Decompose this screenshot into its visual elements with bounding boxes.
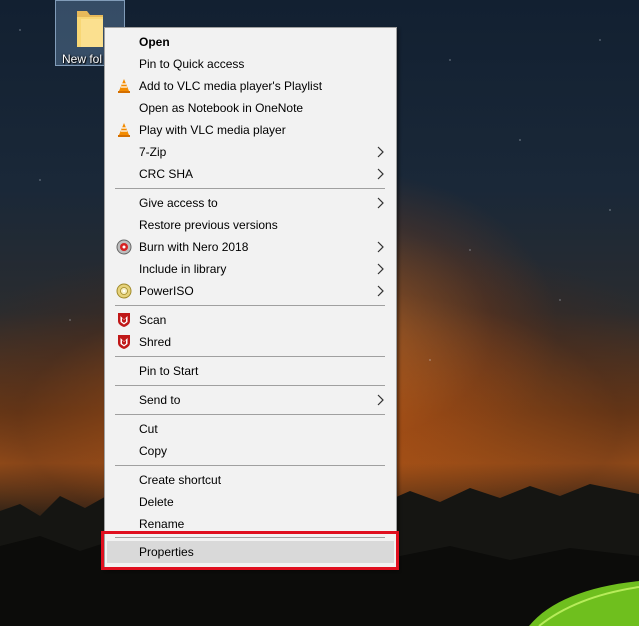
menu-item-label: Pin to Start: [139, 364, 199, 378]
mcafee-shield-icon: [118, 313, 130, 327]
menu-item-label: Delete: [139, 495, 174, 509]
menu-item-burn-with-nero[interactable]: Burn with Nero 2018: [107, 236, 394, 258]
menu-item-label: Create shortcut: [139, 473, 222, 487]
menu-item-create-shortcut[interactable]: Create shortcut: [107, 469, 394, 491]
menu-item-poweriso[interactable]: PowerISO: [107, 280, 394, 302]
menu-item-label: Open as Notebook in OneNote: [139, 101, 304, 115]
chevron-right-icon: [377, 197, 384, 209]
menu-item-label: Copy: [139, 444, 168, 458]
menu-item-play-with-vlc[interactable]: Play with VLC media player: [107, 119, 394, 141]
menu-item-label: Include in library: [139, 262, 227, 276]
folder-label: New fol: [62, 52, 103, 66]
chevron-right-icon: [377, 263, 384, 275]
menu-item-send-to[interactable]: Send to: [107, 389, 394, 411]
menu-item-restore-previous-versions[interactable]: Restore previous versions: [107, 214, 394, 236]
menu-separator: [115, 385, 385, 386]
menu-item-pin-to-quick-access[interactable]: Pin to Quick access: [107, 53, 394, 75]
mcafee-shield-icon: [118, 335, 130, 349]
menu-item-label: CRC SHA: [139, 167, 194, 181]
chevron-right-icon: [377, 168, 384, 180]
chevron-right-icon: [377, 394, 384, 406]
menu-item-open[interactable]: Open: [107, 31, 394, 53]
menu-separator: [115, 305, 385, 306]
green-leaf: [529, 581, 639, 626]
menu-item-label: Shred: [139, 335, 172, 349]
menu-item-label: Pin to Quick access: [139, 57, 245, 71]
menu-separator: [115, 356, 385, 357]
menu-item-label: Play with VLC media player: [139, 123, 286, 137]
chevron-right-icon: [377, 241, 384, 253]
menu-item-label: PowerISO: [139, 284, 194, 298]
chevron-right-icon: [377, 285, 384, 297]
menu-separator: [115, 188, 385, 189]
properties-highlight-outline: [101, 531, 399, 570]
menu-item-label: Burn with Nero 2018: [139, 240, 249, 254]
vlc-cone-icon: [118, 79, 130, 93]
menu-item-copy[interactable]: Copy: [107, 440, 394, 462]
menu-item-label: Give access to: [139, 196, 218, 210]
menu-item-add-to-vlc-playlist[interactable]: Add to VLC media player's Playlist: [107, 75, 394, 97]
menu-item-give-access-to[interactable]: Give access to: [107, 192, 394, 214]
folder-icon: [77, 11, 103, 47]
menu-item-label: Add to VLC media player's Playlist: [139, 79, 323, 93]
context-menu: Open Pin to Quick access Add to VLC medi…: [104, 27, 397, 569]
chevron-right-icon: [377, 146, 384, 158]
menu-item-crc-sha[interactable]: CRC SHA: [107, 163, 394, 185]
menu-item-label: Cut: [139, 422, 158, 436]
menu-separator: [115, 465, 385, 466]
menu-item-label: Scan: [139, 313, 167, 327]
menu-item-open-as-notebook-onenote[interactable]: Open as Notebook in OneNote: [107, 97, 394, 119]
menu-item-label: Open: [139, 35, 170, 49]
menu-item-shred[interactable]: Shred: [107, 331, 394, 353]
menu-separator: [115, 414, 385, 415]
menu-item-label: Rename: [139, 517, 185, 531]
menu-item-label: Send to: [139, 393, 181, 407]
nero-disc-icon: [116, 239, 132, 255]
menu-item-include-in-library[interactable]: Include in library: [107, 258, 394, 280]
poweriso-disc-icon: [116, 283, 132, 299]
menu-item-label: Restore previous versions: [139, 218, 278, 232]
menu-item-delete[interactable]: Delete: [107, 491, 394, 513]
menu-item-label: 7-Zip: [139, 145, 167, 159]
menu-item-cut[interactable]: Cut: [107, 418, 394, 440]
menu-item-7-zip[interactable]: 7-Zip: [107, 141, 394, 163]
vlc-cone-icon: [118, 123, 130, 137]
menu-item-pin-to-start[interactable]: Pin to Start: [107, 360, 394, 382]
menu-item-scan[interactable]: Scan: [107, 309, 394, 331]
